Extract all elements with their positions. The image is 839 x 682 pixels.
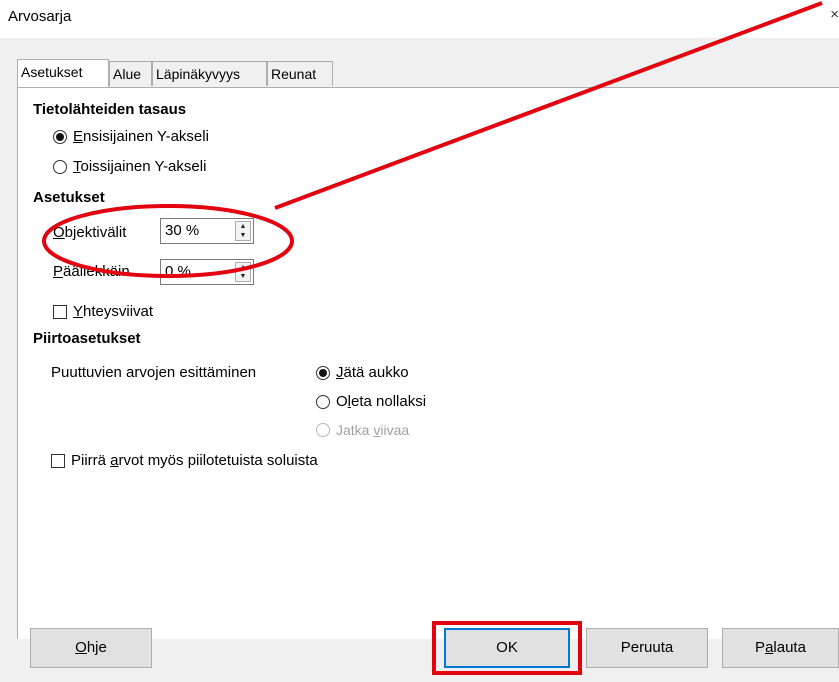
primary-y-axis-radio[interactable]: Ensisijainen Y-akseli [53, 128, 209, 145]
missing-values-label: Puuttuvien arvojen esittäminen [51, 364, 257, 381]
connection-lines-checkbox[interactable]: Yhteysviivat [53, 303, 153, 320]
cancel-button[interactable]: Peruuta [586, 628, 708, 668]
reset-button[interactable]: Palauta [722, 628, 839, 668]
plot-heading: Piirtoasetukset [33, 330, 141, 347]
spin-up-icon[interactable]: ▲ [236, 222, 250, 231]
hidden-cells-checkbox[interactable]: Piirrä arvot myös piilotetuista soluista [51, 452, 318, 469]
primary-y-axis-label: Ensisijainen Y-akseli [73, 128, 209, 145]
overlap-spinbox[interactable]: 0 % ▲ ▼ [160, 259, 254, 285]
overlap-label: Päällekkäin [53, 263, 130, 280]
radio-disabled-icon [316, 423, 330, 437]
assume-zero-label: Oleta nollaksi [336, 393, 427, 410]
overlap-spin-buttons[interactable]: ▲ ▼ [235, 262, 251, 282]
radio-checked-icon [316, 365, 330, 380]
leave-gap-label: Jätä aukko [336, 364, 409, 381]
ok-button[interactable]: OK [444, 628, 570, 668]
spin-down-icon[interactable]: ▼ [236, 272, 250, 281]
tab-asetukset[interactable]: Asetukset [17, 59, 109, 87]
help-button[interactable]: Ohje [30, 628, 152, 668]
checkbox-icon [51, 453, 65, 468]
gap-spin-buttons[interactable]: ▲ ▼ [235, 221, 251, 241]
checkbox-icon [53, 304, 67, 319]
tab-lapinakyvyys[interactable]: Läpinäkyvyys [152, 61, 267, 86]
radio-checked-icon [53, 129, 67, 144]
radio-icon [316, 394, 330, 409]
radio-icon [53, 159, 67, 174]
settings-heading: Asetukset [33, 189, 105, 206]
gap-spinbox[interactable]: 30 % ▲ ▼ [160, 218, 254, 244]
gap-label: Objektivälit [53, 224, 127, 241]
leave-gap-radio[interactable]: Jätä aukko [316, 364, 409, 381]
overlap-value: 0 % [165, 263, 191, 280]
gap-value: 30 % [165, 222, 200, 239]
connection-lines-label: Yhteysviivat [73, 303, 154, 320]
spin-up-icon[interactable]: ▲ [236, 263, 250, 272]
assume-zero-radio[interactable]: Oleta nollaksi [316, 393, 426, 410]
secondary-y-axis-radio[interactable]: Toissijainen Y-akseli [53, 158, 206, 175]
title-bar: Arvosarja × [0, 0, 839, 38]
hidden-cells-label: Piirrä arvot myös piilotetuista soluista [71, 452, 318, 469]
align-heading: Tietolähteiden tasaus [33, 101, 187, 118]
secondary-y-axis-label: Toissijainen Y-akseli [73, 158, 207, 175]
spin-down-icon[interactable]: ▼ [236, 231, 250, 240]
tab-alue[interactable]: Alue [109, 61, 152, 86]
continue-line-radio: Jatka viivaa [316, 422, 409, 438]
continue-line-label: Jatka viivaa [336, 422, 410, 438]
settings-panel: Tietolähteiden tasaus Ensisijainen Y-aks… [17, 87, 839, 639]
window-title: Arvosarja [8, 8, 72, 25]
dialog-body: Asetukset Alue Läpinäkyvyys Reunat Tieto… [0, 38, 839, 682]
tab-reunat[interactable]: Reunat [267, 61, 333, 86]
close-icon[interactable]: × [830, 6, 839, 23]
